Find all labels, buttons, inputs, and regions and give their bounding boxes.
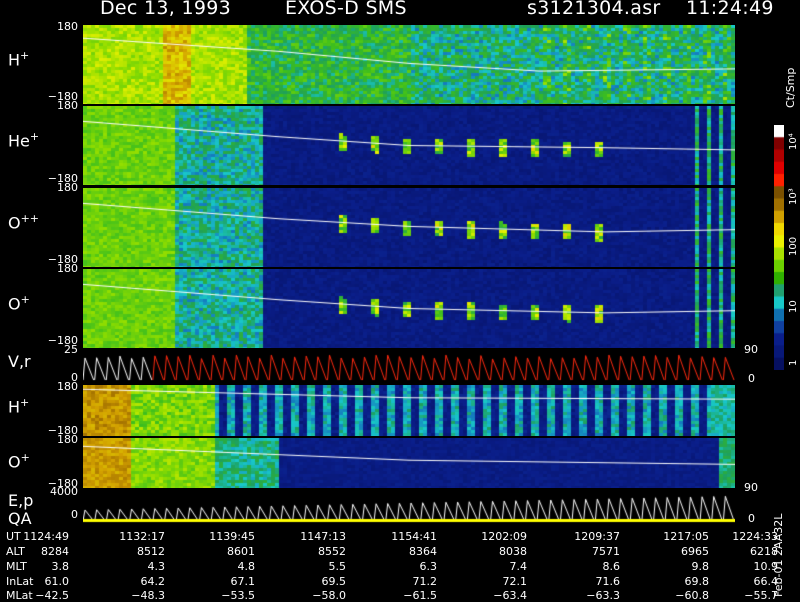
orbit-cell: −63.4 bbox=[493, 589, 527, 602]
rtick-vr-top: 90 bbox=[744, 343, 758, 356]
orbit-cell: 69.8 bbox=[684, 575, 710, 588]
orbit-cell: 1154:41 bbox=[391, 530, 437, 543]
orbit-cell: 1124:49 bbox=[23, 530, 69, 543]
ytick-p7-top: 4000 bbox=[50, 485, 78, 498]
panel-label-qa: QA bbox=[8, 509, 32, 528]
chart-date: Dec 13, 1993 bbox=[100, 0, 232, 19]
orbit-cell: 67.1 bbox=[230, 575, 256, 588]
ytick-p5-top: 180 bbox=[57, 380, 78, 393]
chart-time: 11:24:49 bbox=[686, 0, 774, 19]
panel-label-vr: V,r bbox=[8, 352, 31, 371]
orbit-cell: 8.6 bbox=[602, 560, 621, 573]
orbit-cell: 7571 bbox=[592, 545, 620, 558]
orbit-cell: 10.9 bbox=[753, 560, 779, 573]
orbit-cell: 1217:05 bbox=[663, 530, 709, 543]
heatmap-o-plusplus bbox=[83, 188, 735, 267]
panel-label-h-plus-low: H+ bbox=[8, 396, 30, 417]
panel-label-he-plus: He+ bbox=[8, 130, 40, 151]
orbit-cell: 1209:37 bbox=[574, 530, 620, 543]
heatmap-h-plus bbox=[83, 25, 735, 104]
ytick-p4-top: 25 bbox=[64, 343, 78, 356]
orbit-cell: −61.5 bbox=[403, 589, 437, 602]
ytick-p1-top: 180 bbox=[57, 99, 78, 112]
line-vr bbox=[83, 351, 735, 383]
orbit-cell: 9.8 bbox=[691, 560, 710, 573]
colorbar-tick-1: 1 bbox=[788, 359, 799, 366]
rtick-ep-top: 90 bbox=[744, 481, 758, 494]
footer-code: Feb-01 2AA32L bbox=[772, 513, 785, 597]
line-ep-qa bbox=[83, 490, 735, 524]
colorbar bbox=[774, 125, 784, 370]
orbit-cell: −63.3 bbox=[586, 589, 620, 602]
orbit-cell: 7.4 bbox=[509, 560, 528, 573]
orbit-cell: 6.3 bbox=[419, 560, 438, 573]
orbit-cell: −42.5 bbox=[35, 589, 69, 602]
heatmap-he-plus bbox=[83, 106, 735, 185]
chart-file: s3121304.asr bbox=[527, 0, 661, 19]
ytick-p0-top: 180 bbox=[57, 20, 78, 33]
orbit-cell: 66.4 bbox=[753, 575, 779, 588]
orbit-cell: 1202:09 bbox=[481, 530, 527, 543]
orbit-cell: 4.8 bbox=[237, 560, 256, 573]
colorbar-tick-10000: 10⁴ bbox=[788, 133, 799, 150]
orbit-cell: −58.0 bbox=[312, 589, 346, 602]
orbit-cell: 6218 bbox=[750, 545, 778, 558]
orbit-cell: 69.5 bbox=[321, 575, 347, 588]
orbit-cell: 71.2 bbox=[412, 575, 438, 588]
orbit-cell: −55.7 bbox=[744, 589, 778, 602]
orbit-cell: 6965 bbox=[681, 545, 709, 558]
orbit-cell: 8284 bbox=[41, 545, 69, 558]
orbit-cell: 5.5 bbox=[328, 560, 347, 573]
panel-label-o-plus-low: O+ bbox=[8, 451, 30, 472]
rtick-vr-bot: 0 bbox=[748, 372, 755, 385]
rtick-ep-bot: 0 bbox=[748, 512, 755, 525]
orbit-cell: 1139:45 bbox=[209, 530, 255, 543]
orbit-cell: 1147:13 bbox=[300, 530, 346, 543]
orbit-cell: 8601 bbox=[227, 545, 255, 558]
orbit-cell: 1224:33 bbox=[732, 530, 778, 543]
heatmap-o-plus bbox=[83, 269, 735, 348]
chart-instrument: EXOS-D SMS bbox=[285, 0, 407, 19]
ytick-p2-top: 180 bbox=[57, 181, 78, 194]
colorbar-tick-100: 100 bbox=[788, 236, 799, 256]
orbit-cell: 3.8 bbox=[51, 560, 70, 573]
orbit-cell: 8364 bbox=[409, 545, 437, 558]
orbit-cell: −60.8 bbox=[675, 589, 709, 602]
orbit-cell: 61.0 bbox=[44, 575, 70, 588]
orbit-cell: −53.5 bbox=[221, 589, 255, 602]
orbit-cell: 71.6 bbox=[595, 575, 621, 588]
heatmap-h-plus-low bbox=[83, 385, 735, 436]
orbit-cell: 8512 bbox=[137, 545, 165, 558]
heatmap-o-plus-low bbox=[83, 438, 735, 488]
ytick-p7-bot: 0 bbox=[71, 508, 78, 521]
orbit-cell: 1132:17 bbox=[119, 530, 165, 543]
orbit-cell: 64.2 bbox=[140, 575, 166, 588]
colorbar-tick-10: 10 bbox=[788, 300, 799, 313]
orbit-cell: 8038 bbox=[499, 545, 527, 558]
panel-label-o-plus: O+ bbox=[8, 293, 30, 314]
panel-label-h-plus: H+ bbox=[8, 49, 30, 70]
orbit-cell: 8552 bbox=[318, 545, 346, 558]
orbit-cell: 72.1 bbox=[502, 575, 528, 588]
orbit-cell: 4.3 bbox=[147, 560, 166, 573]
panel-label-ep: E,p bbox=[8, 491, 34, 510]
ytick-p6-top: 180 bbox=[57, 433, 78, 446]
ytick-p3-top: 180 bbox=[57, 262, 78, 275]
orbit-cell: −48.3 bbox=[131, 589, 165, 602]
colorbar-unit: Ct/Smp bbox=[784, 67, 797, 108]
colorbar-tick-1000: 10³ bbox=[788, 188, 799, 205]
panel-label-o-plusplus: O++ bbox=[8, 212, 40, 233]
